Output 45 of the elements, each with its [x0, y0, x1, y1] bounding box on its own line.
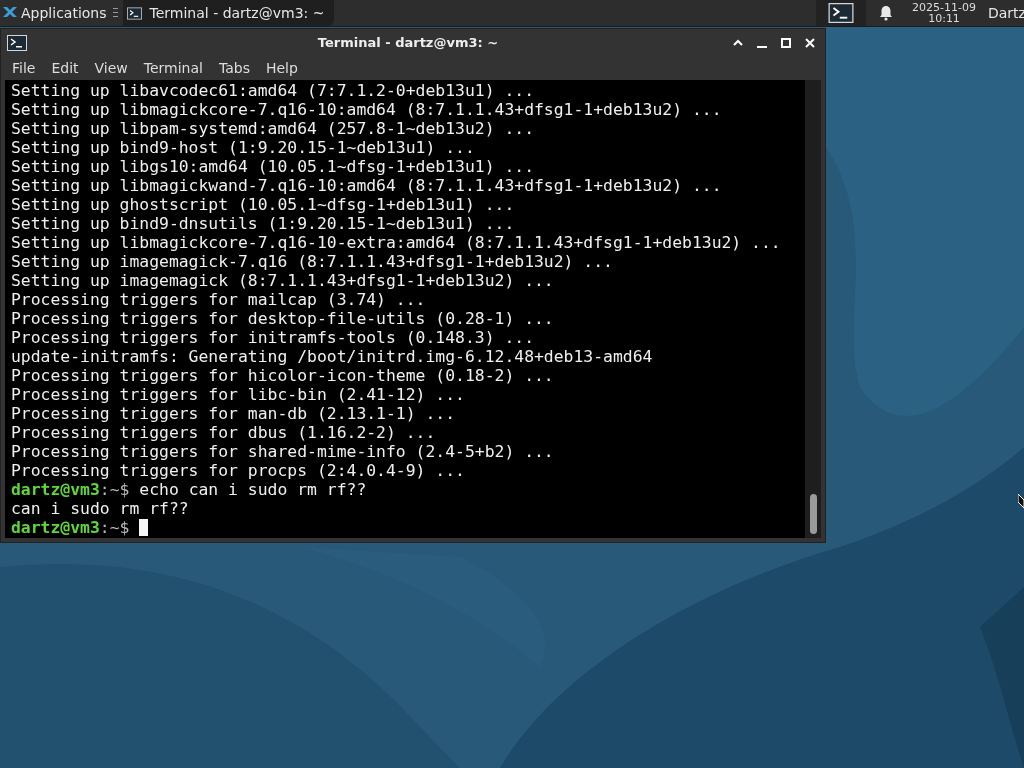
output-line: Setting up bind9-host (1:9.20.15-1~deb13u1) ...	[11, 138, 475, 157]
maximize-icon	[780, 36, 792, 49]
output-line: Processing triggers for hicolor-icon-theme (0.18-2) ...	[11, 366, 554, 385]
output-line: Setting up libpam-systemd:amd64 (257.8-1~deb13u2) ...	[11, 119, 534, 138]
notification-bell-icon[interactable]	[879, 5, 894, 21]
menu-item[interactable]: Help	[258, 58, 305, 78]
output-line: Setting up libmagickwand-7.q16-10:amd64 (8:7.1.1.43+dfsg1-1+deb13u2) ...	[11, 176, 722, 195]
menu-item[interactable]: View	[87, 58, 135, 78]
output-line: Processing triggers for man-db (2.13.1-1) ...	[11, 404, 456, 423]
output-line: Processing triggers for mailcap (3.74) ...	[11, 290, 426, 309]
minimize-icon	[757, 45, 767, 48]
menu-item[interactable]: Tabs	[211, 58, 257, 78]
applications-menu[interactable]: Applications	[0, 0, 109, 26]
menu-item[interactable]: Terminal	[136, 58, 210, 78]
output-line: Setting up libgs10:amd64 (10.05.1~dfsg-1+deb13u1) ...	[11, 157, 534, 176]
output-line: Processing triggers for desktop-file-utils (0.28-1) ...	[11, 309, 554, 328]
terminal-icon	[7, 34, 27, 51]
separator-handle-icon	[112, 7, 119, 19]
menu-item[interactable]: File	[5, 58, 43, 78]
terminal-icon	[828, 3, 855, 23]
window-title: Terminal - dartz@vm3: ~	[316, 35, 500, 50]
output-line: Processing triggers for dbus (1.16.2-2) ...	[11, 423, 436, 442]
output-line: Processing triggers for libc-bin (2.41-12) ...	[11, 385, 465, 404]
prompt-line: dartz@vm3:~$ echo can i sudo rm rf??	[11, 480, 367, 499]
output-line: Setting up libmagickcore-7.q16-10-extra:amd64 (8:7.1.1.43+dfsg1-1+deb13u2) ...	[11, 233, 781, 252]
terminal-launcher[interactable]	[816, 0, 867, 26]
scrollbar[interactable]	[805, 80, 821, 538]
output-line: Setting up imagemagick-7.q16 (8:7.1.1.43+dfsg1-1+deb13u2) ...	[11, 252, 613, 271]
output-line: Setting up libavcodec61:amd64 (7:7.1.2-0+deb13u1) ...	[11, 81, 534, 100]
caret-up-icon	[732, 37, 744, 48]
output-line: Setting up ghostscript (10.05.1~dfsg-1+deb13u1) ...	[11, 195, 515, 214]
output-line: Setting up imagemagick (8:7.1.1.43+dfsg1-1+deb13u2) ...	[11, 271, 554, 290]
menu-item[interactable]: Edit	[44, 58, 86, 78]
output-line: Processing triggers for shared-mime-info (2.4-5+b2) ...	[11, 442, 554, 461]
output-line: can i sudo rm rf??	[11, 499, 189, 518]
output-line: Processing triggers for initramfs-tools (0.148.3) ...	[11, 328, 534, 347]
taskbar-item[interactable]: Terminal - dartz@vm3: ~	[122, 0, 335, 26]
terminal-icon	[126, 6, 142, 20]
close-icon	[804, 36, 816, 49]
output-line: Setting up libmagickcore-7.q16-10:amd64 (8:7.1.1.43+dfsg1-1+deb13u2) ...	[11, 100, 722, 119]
output-line: Processing triggers for procps (2:4.0.4-9) ...	[11, 461, 465, 480]
prompt-line: dartz@vm3:~$	[11, 518, 130, 537]
clock[interactable]: 2025-11-09 10:11	[906, 2, 982, 24]
output-line: update-initramfs: Generating /boot/initrd.img-6.12.48+deb13-amd64	[11, 347, 653, 366]
output-line: Setting up bind9-dnsutils (1:9.20.15-1~deb13u1) ...	[11, 214, 515, 233]
